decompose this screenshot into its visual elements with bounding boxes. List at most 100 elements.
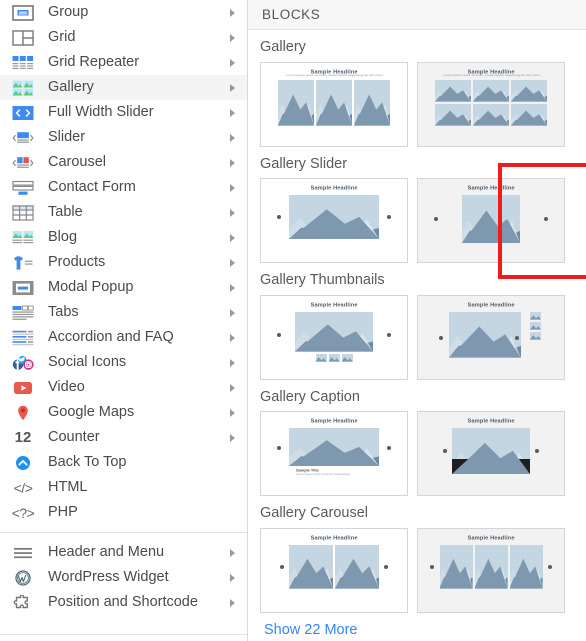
- caption-preview: Sample Title Lorem ipsum dolor sit amet …: [274, 428, 394, 476]
- slider-next-dot: [387, 332, 391, 337]
- thumbnails-preview: [431, 311, 551, 358]
- mini-thumb: [341, 353, 353, 362]
- slider-prev-dot: [434, 217, 438, 221]
- sidebar-item-position-and-shortcode[interactable]: Position and Shortcode: [0, 590, 247, 615]
- tabs-icon: [10, 303, 36, 323]
- chevron-right-icon: [230, 158, 235, 167]
- section-title-gallery-carousel: Gallery Carousel: [260, 505, 368, 521]
- sidebar-item-table[interactable]: Table: [0, 200, 247, 225]
- mountain-thumb: [511, 79, 547, 102]
- thumb-headline: Sample Headline: [467, 301, 515, 308]
- block-card[interactable]: Sample Headline Lorem ipsum dolor sit am…: [417, 61, 565, 147]
- sidebar-item-video[interactable]: Video: [0, 375, 247, 400]
- mini-thumb: [328, 353, 340, 362]
- mountain-thumb: [511, 103, 547, 126]
- section-cards-gallery-carousel: Sample Headline Sample Headline: [260, 527, 574, 613]
- video-icon: [10, 378, 36, 398]
- thumb-headline: Sample Headline: [310, 184, 358, 192]
- mountain-thumb: Sample Image Headline: [452, 428, 530, 474]
- sidebar-item-contact-form[interactable]: Contact Form: [0, 175, 247, 200]
- thumb-headline: Sample Headline: [310, 301, 358, 308]
- grid-repeater-icon: [10, 53, 36, 73]
- sidebar-menu-list: Group Grid Grid Repeater Gallery Full Wi…: [0, 0, 247, 615]
- sidebar-item-label: PHP: [48, 504, 78, 521]
- sidebar-item-header-and-menu[interactable]: Header and Menu: [0, 540, 247, 565]
- show-more-link[interactable]: Show 22 More: [260, 613, 358, 638]
- chevron-right-icon: [230, 598, 235, 607]
- block-card[interactable]: Sample Headline Lorem ipsum dolor sit am…: [260, 61, 408, 147]
- block-card[interactable]: Sample Headline: [417, 294, 565, 380]
- carousel-prev-dot: [430, 564, 434, 569]
- thumb-headline: Sample Headline: [467, 417, 515, 425]
- sidebar-item-carousel[interactable]: Carousel: [0, 150, 247, 175]
- hamburger-icon: [10, 543, 36, 563]
- map-pin-icon: [10, 403, 36, 423]
- block-card[interactable]: Sample Headline: [417, 527, 565, 613]
- carousel-icon: [10, 153, 36, 173]
- sidebar-item-label: Back To Top: [48, 454, 127, 471]
- mountain-thumb: [289, 544, 333, 589]
- chevron-right-icon: [230, 58, 235, 67]
- chevron-right-icon: [230, 433, 235, 442]
- thumbnail-strip: [315, 353, 353, 362]
- chevron-right-icon: [230, 383, 235, 392]
- group-icon: [10, 3, 36, 23]
- sidebar-item-label: HTML: [48, 479, 88, 496]
- block-card[interactable]: Sample Headline: [260, 178, 408, 263]
- section-cards-gallery-caption: Sample Headline Sample Title Lorem ipsum…: [260, 411, 574, 496]
- block-card[interactable]: Sample Headline Sample Image Headline: [417, 411, 565, 496]
- sidebar-item-wordpress-widget[interactable]: WordPress Widget: [0, 565, 247, 590]
- carousel-preview: [428, 544, 554, 589]
- social-icons-icon: [10, 353, 36, 373]
- sidebar-item-grid-repeater[interactable]: Grid Repeater: [0, 50, 247, 75]
- blocks-scroll-area[interactable]: Gallery Sample Headline Lorem ipsum dolo…: [248, 30, 586, 639]
- sidebar-item-label: Video: [48, 379, 85, 396]
- sidebar-item-gallery[interactable]: Gallery: [0, 75, 247, 100]
- mini-thumb: [530, 321, 541, 330]
- sidebar-item-group[interactable]: Group: [0, 0, 247, 25]
- chevron-right-icon: [230, 333, 235, 342]
- sidebar-item-slider[interactable]: Slider: [0, 125, 247, 150]
- sidebar-item-blog[interactable]: Blog: [0, 225, 247, 250]
- sidebar-item-counter[interactable]: 12 Counter: [0, 425, 247, 450]
- sidebar-item-php[interactable]: <?> PHP: [0, 500, 247, 525]
- block-card[interactable]: Sample Headline: [260, 294, 408, 380]
- blog-icon: [10, 228, 36, 248]
- section-cards-gallery: Sample Headline Lorem ipsum dolor sit am…: [260, 61, 574, 147]
- carousel-next-dot: [548, 564, 552, 569]
- sidebar-item-tabs[interactable]: Tabs: [0, 300, 247, 325]
- sidebar-item-google-maps[interactable]: Google Maps: [0, 400, 247, 425]
- section-cards-gallery-thumbnails: Sample Headline Sample Headline: [260, 294, 574, 380]
- sidebar-item-modal-popup[interactable]: Modal Popup: [0, 275, 247, 300]
- blocks-panel: BLOCKS Gallery Sample Headline Lorem ips…: [248, 0, 586, 641]
- sidebar-item-accordion-and-faq[interactable]: Accordion and FAQ: [0, 325, 247, 350]
- mountain-thumb: [278, 79, 314, 126]
- sidebar-item-full-width-slider[interactable]: Full Width Slider: [0, 100, 247, 125]
- sidebar-item-products[interactable]: Products: [0, 250, 247, 275]
- slider-next-dot: [535, 449, 539, 453]
- accordion-faq-icon: [10, 328, 36, 348]
- chevron-right-icon: [230, 308, 235, 317]
- block-card[interactable]: Sample Headline Sample Title Lorem ipsum…: [260, 411, 408, 496]
- slider-prev-dot: [277, 446, 281, 450]
- full-width-slider-icon: [10, 103, 36, 123]
- mountain-thumb: [462, 195, 520, 243]
- caption-overlay-line1: Sample Image: [481, 462, 501, 466]
- mini-thumb: [530, 331, 541, 340]
- block-card[interactable]: Sample Headline: [417, 178, 565, 263]
- sidebar-item-grid[interactable]: Grid: [0, 25, 247, 50]
- sidebar-item-label: Accordion and FAQ: [48, 329, 174, 346]
- mountain-thumb: [289, 428, 379, 466]
- blocks-header: BLOCKS: [248, 0, 586, 30]
- sidebar-item-social-icons[interactable]: Social Icons: [0, 350, 247, 375]
- chevron-right-icon: [230, 573, 235, 582]
- back-to-top-icon: [10, 453, 36, 473]
- sidebar-item-label: Gallery: [48, 79, 94, 96]
- chevron-right-icon: [230, 183, 235, 192]
- thumb-headline: Sample Headline: [467, 184, 515, 192]
- sidebar-item-html[interactable]: </> HTML: [0, 475, 247, 500]
- sidebar-item-back-to-top[interactable]: Back To Top: [0, 450, 247, 475]
- mountain-thumb: [473, 103, 509, 126]
- block-card[interactable]: Sample Headline: [260, 527, 408, 613]
- section-title-gallery-thumbnails: Gallery Thumbnails: [260, 272, 385, 288]
